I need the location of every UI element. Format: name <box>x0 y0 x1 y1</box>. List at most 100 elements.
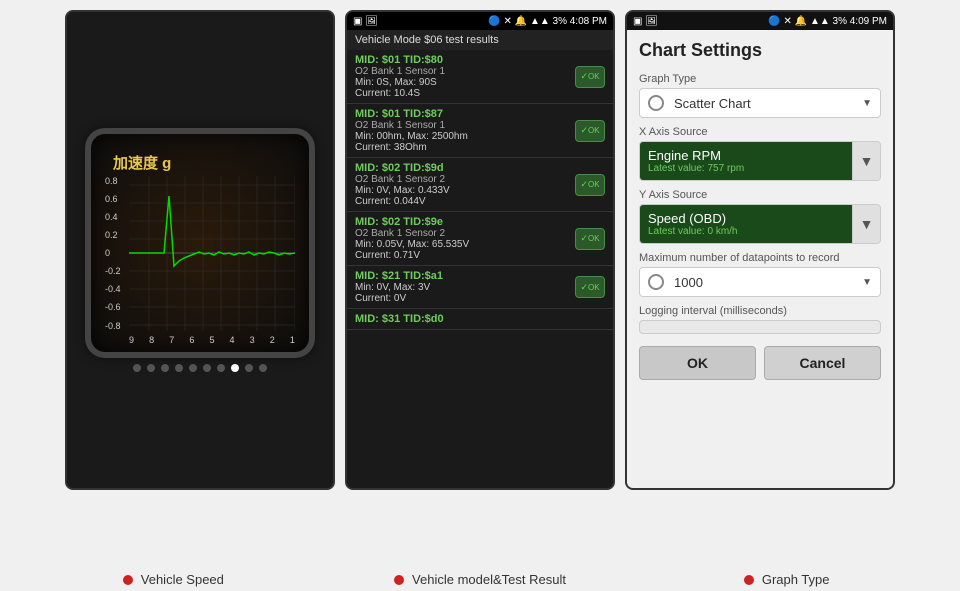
max-points-dropdown[interactable]: 1000 ▼ <box>639 267 881 297</box>
max-points-section: Maximum number of datapoints to record 1… <box>639 252 881 297</box>
gauge-container: 加速度 g 0.8 0.6 0.4 0.2 0 -0.2 -0.4 -0.6 -… <box>85 128 315 358</box>
caption-row: Vehicle Speed Vehicle model&Test Result … <box>0 566 960 591</box>
item-detail: Min: 00hm, Max: 2500hmCurrent: 38Ohm <box>355 131 605 153</box>
list-item: MID: $02 TID:$9d O2 Bank 1 Sensor 2 Min:… <box>347 158 613 212</box>
phone-card-2: ▣ 🖼 🔵 ✕ 🔔 ▲▲ 3% 4:08 PM Vehicle Mode $06… <box>345 10 615 490</box>
phone-card-3: ▣ 🖼 🔵 ✕ 🔔 ▲▲ 3% 4:09 PM Chart Settings G… <box>625 10 895 490</box>
x-axis-value: Engine RPM <box>648 148 844 163</box>
dot-10 <box>259 364 267 372</box>
max-points-radio[interactable] <box>648 274 664 290</box>
caption-text-1: Vehicle Speed <box>141 572 224 587</box>
x-axis-source-box: Engine RPM Latest value: 757 rpm <box>640 142 852 180</box>
list-item: MID: $01 TID:$87 O2 Bank 1 Sensor 1 Min:… <box>347 104 613 158</box>
ok-badge: ✓OK <box>575 228 605 250</box>
caption-dot-3 <box>744 575 754 585</box>
caption-item-2: Vehicle model&Test Result <box>327 572 634 587</box>
caption-dot-1 <box>123 575 133 585</box>
s2-statusbar: ▣ 🖼 🔵 ✕ 🔔 ▲▲ 3% 4:08 PM <box>347 12 613 30</box>
y-axis-value: Speed (OBD) <box>648 211 844 226</box>
dot-row <box>133 364 267 372</box>
y-axis-dropdown[interactable]: Speed (OBD) Latest value: 0 km/h ▼ <box>639 204 881 244</box>
y-axis-latest: Latest value: 0 km/h <box>648 226 844 237</box>
item-sub: O2 Bank 1 Sensor 2 <box>355 228 605 239</box>
x-axis-latest: Latest value: 757 rpm <box>648 163 844 174</box>
gauge-title: 加速度 g <box>113 152 171 173</box>
dot-7 <box>217 364 225 372</box>
item-detail: Min: 0.05V, Max: 65.535VCurrent: 0.71V <box>355 239 605 261</box>
ok-badge: ✓OK <box>575 66 605 88</box>
x-axis-section: X Axis Source Engine RPM Latest value: 7… <box>639 126 881 181</box>
vehicle-test-screen: ▣ 🖼 🔵 ✕ 🔔 ▲▲ 3% 4:08 PM Vehicle Mode $06… <box>345 10 615 490</box>
s2-status-left: ▣ 🖼 <box>353 16 378 27</box>
s2-status-right: 🔵 ✕ 🔔 ▲▲ 3% 4:08 PM <box>488 16 607 27</box>
ok-badge: ✓OK <box>575 174 605 196</box>
item-sub: O2 Bank 1 Sensor 1 <box>355 66 605 77</box>
graph-type-section: Graph Type Scatter Chart ▼ <box>639 73 881 118</box>
chevron-down-icon: ▼ <box>862 98 872 109</box>
dot-3 <box>161 364 169 372</box>
item-detail: Min: 0S, Max: 90SCurrent: 10.4S <box>355 77 605 99</box>
item-title: MID: $02 TID:$9e <box>355 216 605 228</box>
caption-text-2: Vehicle model&Test Result <box>412 572 566 587</box>
phone-card-1: 加速度 g 0.8 0.6 0.4 0.2 0 -0.2 -0.4 -0.6 -… <box>65 10 335 490</box>
item-title: MID: $01 TID:$87 <box>355 108 605 120</box>
x-axis-dropdown[interactable]: Engine RPM Latest value: 757 rpm ▼ <box>639 141 881 181</box>
dot-1 <box>133 364 141 372</box>
list-item: MID: $01 TID:$80 O2 Bank 1 Sensor 1 Min:… <box>347 50 613 104</box>
main-area: 加速度 g 0.8 0.6 0.4 0.2 0 -0.2 -0.4 -0.6 -… <box>45 0 915 566</box>
graph-type-label: Graph Type <box>639 73 881 85</box>
x-labels: 9 8 7 6 5 4 3 2 1 <box>129 335 295 345</box>
s3-body: Chart Settings Graph Type Scatter Chart … <box>627 30 893 488</box>
vehicle-speed-screen: 加速度 g 0.8 0.6 0.4 0.2 0 -0.2 -0.4 -0.6 -… <box>65 10 335 490</box>
logging-label: Logging interval (milliseconds) <box>639 305 881 317</box>
caption-item-3: Graph Type <box>633 572 940 587</box>
y-axis-label: Y Axis Source <box>639 189 881 201</box>
y-axis-arrow[interactable]: ▼ <box>852 205 880 243</box>
dot-2 <box>147 364 155 372</box>
x-axis-label: X Axis Source <box>639 126 881 138</box>
y-axis-section: Y Axis Source Speed (OBD) Latest value: … <box>639 189 881 244</box>
ok-badge: ✓OK <box>575 276 605 298</box>
item-title: MID: $31 TID:$d0 <box>355 313 605 325</box>
item-detail: Min: 0V, Max: 0.433VCurrent: 0.044V <box>355 185 605 207</box>
item-title: MID: $21 TID:$a1 <box>355 270 605 282</box>
item-sub: O2 Bank 1 Sensor 2 <box>355 174 605 185</box>
caption-item-1: Vehicle Speed <box>20 572 327 587</box>
caption-text-3: Graph Type <box>762 572 830 587</box>
s2-scroll[interactable]: MID: $01 TID:$80 O2 Bank 1 Sensor 1 Min:… <box>347 50 613 488</box>
max-points-label: Maximum number of datapoints to record <box>639 252 881 264</box>
logging-input[interactable] <box>639 320 881 334</box>
list-item: MID: $02 TID:$9e O2 Bank 1 Sensor 2 Min:… <box>347 212 613 266</box>
dot-6 <box>203 364 211 372</box>
caption-dot-2 <box>394 575 404 585</box>
chart-settings-title: Chart Settings <box>639 40 881 61</box>
ok-button[interactable]: OK <box>639 346 756 380</box>
logging-section: Logging interval (milliseconds) <box>639 305 881 334</box>
chart-settings-screen: ▣ 🖼 🔵 ✕ 🔔 ▲▲ 3% 4:09 PM Chart Settings G… <box>625 10 895 490</box>
ok-badge: ✓OK <box>575 120 605 142</box>
s2-header: Vehicle Mode $06 test results <box>347 30 613 50</box>
graph-type-dropdown[interactable]: Scatter Chart ▼ <box>639 88 881 118</box>
y-axis-source-box: Speed (OBD) Latest value: 0 km/h <box>640 205 852 243</box>
dialog-buttons: OK Cancel <box>639 346 881 380</box>
item-detail: Min: 0V, Max: 3VCurrent: 0V <box>355 282 605 304</box>
item-sub: O2 Bank 1 Sensor 1 <box>355 120 605 131</box>
cancel-button[interactable]: Cancel <box>764 346 881 380</box>
dot-4 <box>175 364 183 372</box>
dot-5 <box>189 364 197 372</box>
list-item: MID: $31 TID:$d0 <box>347 309 613 330</box>
list-item: MID: $21 TID:$a1 Min: 0V, Max: 3VCurrent… <box>347 266 613 309</box>
y-labels: 0.8 0.6 0.4 0.2 0 -0.2 -0.4 -0.6 -0.8 <box>105 176 129 331</box>
graph-type-radio[interactable] <box>648 95 664 111</box>
max-points-chevron-down-icon: ▼ <box>862 277 872 288</box>
speed-chart-svg <box>129 176 295 331</box>
s3-statusbar: ▣ 🖼 🔵 ✕ 🔔 ▲▲ 3% 4:09 PM <box>627 12 893 30</box>
dot-8-active <box>231 364 239 372</box>
x-axis-arrow[interactable]: ▼ <box>852 142 880 180</box>
item-title: MID: $02 TID:$9d <box>355 162 605 174</box>
s3-status-right: 🔵 ✕ 🔔 ▲▲ 3% 4:09 PM <box>768 16 887 27</box>
dot-9 <box>245 364 253 372</box>
max-points-value: 1000 <box>674 275 703 290</box>
graph-type-value: Scatter Chart <box>674 96 751 111</box>
item-title: MID: $01 TID:$80 <box>355 54 605 66</box>
